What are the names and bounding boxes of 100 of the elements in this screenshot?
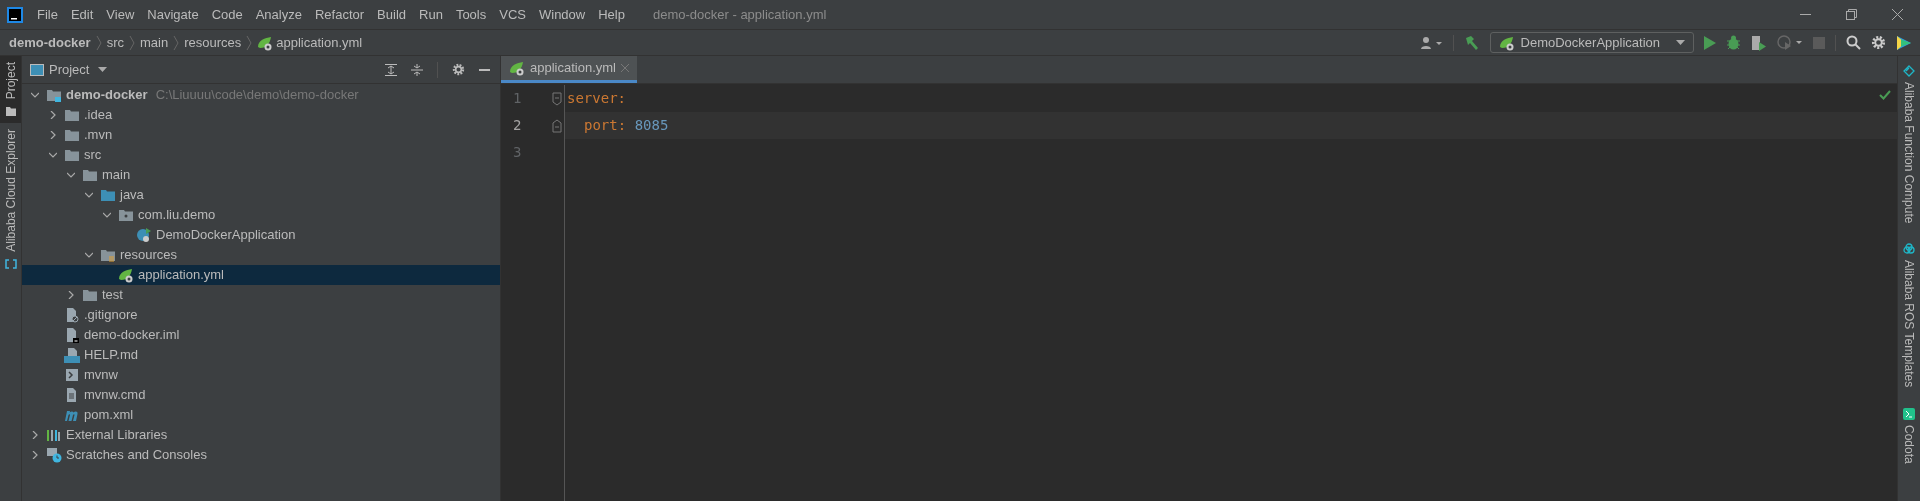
code-line: port: 8085: [584, 116, 669, 135]
menu-item[interactable]: Window: [532, 4, 592, 25]
user-icon[interactable]: [1420, 35, 1443, 50]
expand-all-icon[interactable]: [385, 63, 397, 76]
chevron-down-icon[interactable]: [103, 211, 111, 219]
breadcrumb[interactable]: application.yml: [276, 32, 363, 53]
codota-icon: [1903, 407, 1915, 420]
tree-item[interactable]: src: [22, 145, 500, 165]
tool-window-tab[interactable]: Codota: [1900, 401, 1918, 470]
folder-icon: [4, 105, 17, 118]
tree-item[interactable]: HELP.md: [22, 345, 500, 365]
folder-icon: [64, 147, 80, 163]
ros-templates-icon: [1903, 243, 1915, 256]
tree-item[interactable]: demo-docker.iml: [22, 325, 500, 345]
source-folder-icon: [100, 187, 116, 203]
chevron-down-icon[interactable]: [85, 251, 93, 259]
module-folder-icon: [46, 87, 62, 103]
line-number: 3: [513, 143, 522, 162]
hammer-icon[interactable]: [1463, 34, 1480, 51]
tool-window-tab[interactable]: Alibaba Cloud Explorer: [0, 123, 21, 277]
tree-item[interactable]: application.yml: [22, 265, 500, 285]
editor-tab[interactable]: application.yml: [501, 56, 637, 83]
tree-item[interactable]: .idea: [22, 105, 500, 125]
settings-icon[interactable]: [452, 63, 465, 76]
restore-icon: [1845, 9, 1857, 20]
tree-item[interactable]: DemoDockerApplication: [22, 225, 500, 245]
folder-icon: [64, 127, 80, 143]
tree-item[interactable]: .gitignore: [22, 305, 500, 325]
menu-item[interactable]: View: [100, 4, 141, 25]
libraries-icon: [46, 427, 62, 443]
menu-item[interactable]: Refactor: [308, 4, 371, 25]
run-icon[interactable]: [1704, 35, 1716, 50]
tree-item[interactable]: demo-docker C:\Liuuuu\code\demo\demo-docker: [22, 85, 500, 105]
menu-item[interactable]: Tools: [449, 4, 493, 25]
spring-leaf-icon: [509, 60, 525, 76]
folder-icon: [64, 107, 80, 123]
chevron-right-icon[interactable]: [31, 451, 39, 459]
breadcrumb[interactable]: demo-docker: [9, 32, 91, 53]
fold-marker-icon[interactable]: [551, 118, 562, 133]
markdown-file-icon: [64, 347, 80, 363]
settings-icon[interactable]: [1871, 35, 1886, 50]
chevron-down-icon[interactable]: [85, 191, 93, 199]
spring-boot-class-icon: [136, 227, 152, 243]
breadcrumb[interactable]: resources: [184, 32, 242, 53]
chevron-down-icon[interactable]: [49, 151, 57, 159]
menu-item[interactable]: Analyze: [249, 4, 308, 25]
package-folder-icon: [118, 207, 134, 223]
resources-folder-icon: [100, 247, 116, 263]
dropdown-arrow-icon: [98, 67, 108, 72]
run-configuration-dropdown[interactable]: DemoDockerApplication: [1489, 32, 1694, 53]
chevron-right-icon: [246, 35, 253, 50]
module-file-icon: [64, 327, 80, 343]
tool-window-tab[interactable]: Project: [0, 56, 21, 124]
chevron-right-icon: [173, 35, 180, 50]
spring-leaf-icon: [118, 267, 134, 283]
coverage-run-icon[interactable]: [1751, 34, 1767, 51]
menu-item[interactable]: Navigate: [141, 4, 205, 25]
tree-item[interactable]: External Libraries: [22, 425, 500, 445]
chevron-down-icon[interactable]: [31, 91, 39, 99]
tree-item[interactable]: pom.xml: [22, 405, 500, 425]
menu-item[interactable]: Help: [592, 4, 631, 25]
menu-item[interactable]: Code: [205, 4, 249, 25]
tree-item[interactable]: com.liu.demo: [22, 205, 500, 225]
function-compute-icon: [1903, 65, 1915, 77]
close-icon: [1891, 9, 1903, 20]
shell-script-icon: [64, 367, 80, 383]
chevron-right-icon[interactable]: [49, 131, 57, 139]
tree-item[interactable]: .mvn: [22, 125, 500, 145]
window-panel-icon: [30, 63, 44, 76]
breadcrumb[interactable]: main: [140, 32, 169, 53]
tool-window-tab[interactable]: Alibaba ROS Templates: [1900, 237, 1918, 394]
hide-icon[interactable]: [479, 68, 490, 71]
tree-item[interactable]: resources: [22, 245, 500, 265]
chevron-down-icon[interactable]: [67, 171, 75, 179]
menu-item[interactable]: VCS: [493, 4, 532, 25]
menu-item[interactable]: Edit: [64, 4, 100, 25]
breadcrumb[interactable]: src: [106, 32, 124, 53]
menu-item[interactable]: File: [31, 4, 64, 25]
bug-icon[interactable]: [1726, 35, 1741, 50]
chevron-right-icon[interactable]: [49, 111, 57, 119]
fold-marker-icon[interactable]: [551, 91, 562, 106]
menu-item[interactable]: Build: [371, 4, 412, 25]
line-number: 2: [513, 116, 522, 135]
chevron-right-icon[interactable]: [31, 431, 39, 439]
tree-item[interactable]: test: [22, 285, 500, 305]
tree-item[interactable]: main: [22, 165, 500, 185]
tree-item[interactable]: mvnw.cmd: [22, 385, 500, 405]
collapse-all-icon[interactable]: [411, 63, 423, 76]
tree-item[interactable]: Scratches and Consoles: [22, 445, 500, 465]
tool-window-tab[interactable]: Alibaba Function Compute: [1900, 59, 1918, 230]
chevron-right-icon[interactable]: [67, 291, 75, 299]
search-icon[interactable]: [1846, 35, 1861, 50]
code-line: server:: [567, 89, 626, 108]
project-view-dropdown[interactable]: Project: [30, 59, 108, 80]
tree-item[interactable]: java: [22, 185, 500, 205]
tree-item[interactable]: mvnw: [22, 365, 500, 385]
cloud-explorer-icon: [4, 258, 17, 271]
menu-item[interactable]: Run: [413, 4, 449, 25]
spring-leaf-icon: [257, 34, 274, 51]
plugin-logo-icon[interactable]: [1896, 34, 1912, 51]
